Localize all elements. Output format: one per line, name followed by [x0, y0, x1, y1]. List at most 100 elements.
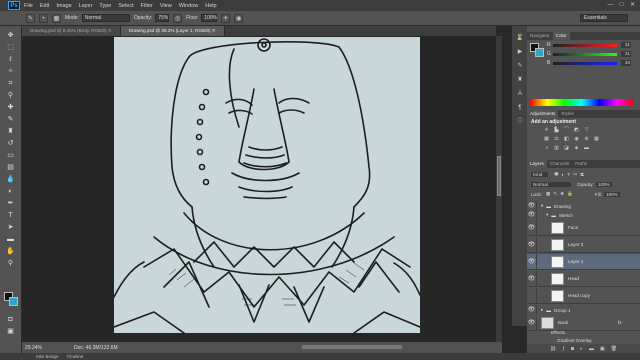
healing-tool-icon[interactable]: ✚ [4, 102, 17, 113]
red-value[interactable]: 31 [621, 42, 631, 48]
layer-opacity-field[interactable]: 100% [595, 181, 612, 187]
opacity-field[interactable]: 75% [155, 14, 170, 22]
workspace-select[interactable]: Essentials [580, 14, 628, 22]
layer-row-head-copy[interactable]: Head copy [527, 287, 640, 304]
blur-tool-icon[interactable]: 💧 [4, 174, 17, 185]
eye-icon[interactable]: 👁 [527, 306, 537, 314]
menu-edit[interactable]: Edit [40, 3, 49, 9]
eye-icon[interactable]: 👁 [527, 202, 537, 210]
history-brush-tool-icon[interactable]: ↺ [4, 138, 17, 149]
tab-styles[interactable]: Styles [558, 110, 577, 118]
clone-stamp-tool-icon[interactable]: ♜ [4, 126, 17, 137]
effects-row[interactable]: Effects [527, 328, 640, 336]
layer-row-head[interactable]: 👁 Head [527, 270, 640, 287]
adjustment-layer-icon[interactable]: ◐ [580, 346, 583, 352]
new-group-icon[interactable]: ▬ [589, 346, 594, 352]
lasso-tool-icon[interactable]: ℓ [4, 54, 17, 65]
info-panel-icon[interactable]: ⓘ [515, 118, 525, 127]
brush-preset-icon[interactable]: ✎ [26, 13, 35, 23]
posterize-icon[interactable]: ▥ [553, 145, 560, 151]
levels-icon[interactable]: ▙ [553, 127, 560, 133]
fx-badge[interactable]: fx [618, 320, 622, 325]
mask-icon[interactable]: ◙ [571, 346, 574, 352]
filter-pixel-icon[interactable]: ▣ [554, 171, 558, 177]
group-1-row[interactable]: 👁 ▸ ▬ Group 1 [527, 306, 640, 314]
airbrush-icon[interactable]: ✈ [221, 13, 231, 23]
tab-color[interactable]: Color [552, 32, 570, 40]
brush-panel-icon[interactable]: ▦ [52, 13, 61, 23]
eye-icon[interactable]: 👁 [527, 270, 537, 287]
tab-channels[interactable]: Channels [547, 160, 572, 168]
layer-row-face[interactable]: 👁 Face [527, 219, 640, 236]
menu-help[interactable]: Help [205, 3, 216, 9]
filter-type-icon[interactable]: T [567, 172, 570, 177]
pen-tool-icon[interactable]: ✒ [4, 198, 17, 209]
green-slider[interactable] [553, 52, 617, 56]
red-slider[interactable] [553, 43, 617, 47]
trash-icon[interactable]: 🗑 [611, 346, 617, 352]
menu-layer[interactable]: Layer [79, 3, 93, 9]
tab-navigator[interactable]: Navigator [527, 32, 553, 40]
vibrance-icon[interactable]: ▽ [583, 127, 590, 133]
menu-select[interactable]: Select [118, 3, 133, 9]
curves-icon[interactable]: ⌒ [563, 127, 570, 133]
minimize-button[interactable]: — [606, 1, 615, 9]
eye-icon[interactable]: 👁 [527, 211, 537, 219]
fx-icon[interactable]: ƒ [562, 346, 565, 352]
menu-filter[interactable]: Filter [141, 3, 153, 9]
filter-adjustment-icon[interactable]: ◐ [562, 172, 565, 177]
vertical-scroll-thumb[interactable] [497, 156, 501, 196]
document-info[interactable]: Doc: 46.3M/132.6M [74, 345, 118, 351]
type-tool-icon[interactable]: T [4, 210, 17, 221]
photo-filter-icon[interactable]: ◉ [573, 136, 580, 142]
eye-hidden-icon[interactable] [527, 287, 537, 304]
path-select-tool-icon[interactable]: ➤ [4, 222, 17, 233]
quick-mask-icon[interactable]: ◘ [4, 314, 17, 325]
background-color-swatch[interactable] [9, 297, 18, 306]
clone-source-icon[interactable]: ♜ [515, 76, 525, 85]
black-white-icon[interactable]: ◧ [563, 136, 570, 142]
marquee-tool-icon[interactable]: ⬚ [4, 42, 17, 53]
gradient-overlay-row[interactable]: Gradient Overlay [527, 336, 640, 344]
tab-drawing-body[interactable]: Drawing.psd @ 8.45% (Body, RGB/8) ✕ [22, 26, 121, 36]
brush-size-icon[interactable]: • [39, 13, 48, 23]
layer-row-layer1[interactable]: 👁 Layer 1 [527, 253, 640, 270]
color-spectrum-bar[interactable] [530, 99, 634, 106]
quick-select-tool-icon[interactable]: ✧ [4, 66, 17, 77]
gradient-tool-icon[interactable]: ▤ [4, 162, 17, 173]
invert-icon[interactable]: ◑ [543, 145, 550, 151]
color-lookup-icon[interactable]: ▦ [593, 136, 600, 142]
selective-color-icon[interactable]: ◈ [573, 145, 580, 151]
menu-view[interactable]: View [160, 3, 172, 9]
maximize-button[interactable]: □ [617, 1, 626, 9]
shape-tool-icon[interactable]: ▬ [4, 234, 17, 245]
menu-type[interactable]: Type [99, 3, 111, 9]
vertical-scrollbar[interactable] [496, 36, 502, 342]
chevron-down-icon[interactable]: ▾ [546, 212, 548, 218]
horizontal-scroll-thumb[interactable] [302, 345, 402, 349]
tab-drawing-layer1[interactable]: Drawing.psd @ 29.2% (Layer 1, RGB/8) ✕ [120, 26, 225, 36]
color-bg-swatch[interactable] [535, 48, 544, 57]
channel-mixer-icon[interactable]: ⊕ [583, 136, 590, 142]
history-panel-icon[interactable]: ⌛ [515, 34, 525, 43]
green-value[interactable]: 31 [621, 51, 631, 57]
filter-smart-icon[interactable]: ⧉ [580, 172, 583, 177]
blue-value[interactable]: 34 [621, 60, 631, 66]
close-window-button[interactable]: ✕ [628, 1, 637, 9]
mode-select[interactable]: Normal [81, 14, 130, 22]
hue-saturation-icon[interactable]: ▦ [543, 136, 550, 142]
zoom-level-field[interactable]: 29.24% [22, 345, 44, 351]
link-icon[interactable]: ⛓ [550, 346, 556, 352]
eye-icon[interactable]: 👁 [527, 236, 537, 253]
zoom-tool-icon[interactable]: ⚲ [4, 258, 17, 269]
tab-layers[interactable]: Layers [527, 160, 547, 168]
screen-mode-icon[interactable]: ▣ [4, 326, 17, 337]
new-layer-icon[interactable]: ▣ [600, 346, 605, 352]
gradient-map-icon[interactable]: ▬ [583, 145, 590, 151]
tab-paths[interactable]: Paths [572, 160, 590, 168]
lock-position-icon[interactable]: ✥ [560, 191, 564, 197]
crop-tool-icon[interactable]: ⌗ [4, 78, 17, 89]
brightness-icon[interactable]: ☀ [543, 127, 550, 133]
blue-slider[interactable] [553, 61, 617, 65]
threshold-icon[interactable]: ◪ [563, 145, 570, 151]
